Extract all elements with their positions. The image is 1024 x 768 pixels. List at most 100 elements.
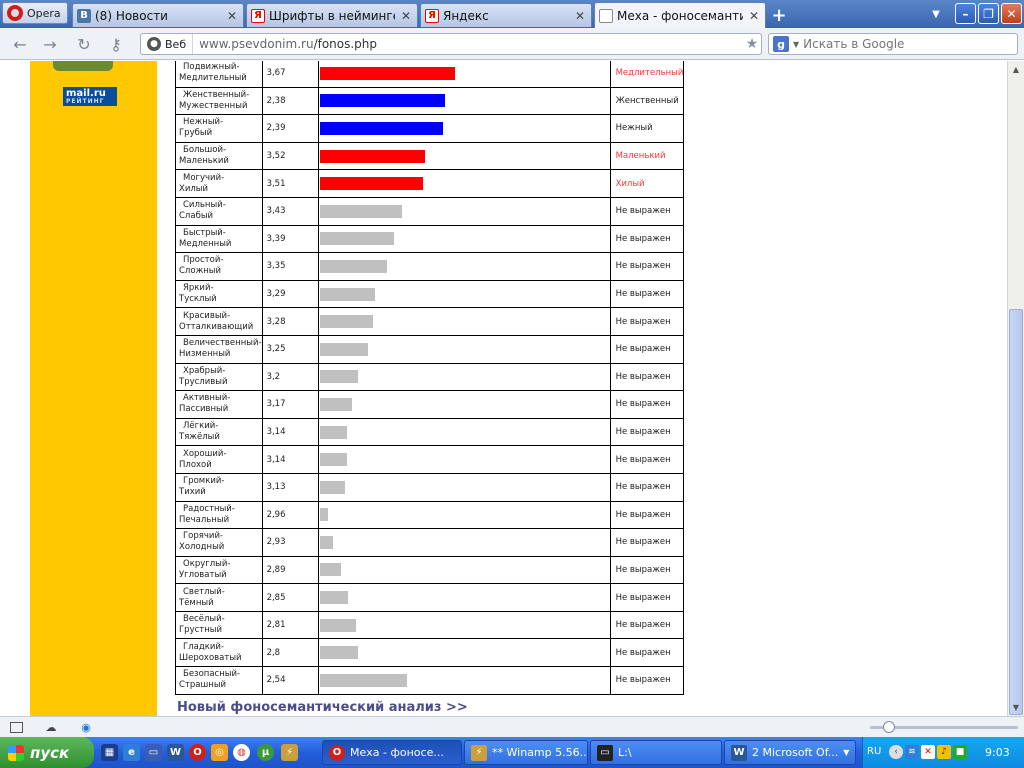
tab-yandex[interactable]: Я Яндекс ✕ [420, 3, 592, 27]
url-field[interactable]: ● Веб www.psevdonim.ru/fonos.php ★ [140, 33, 762, 55]
table-row: Активный- Пассивный 3,17 Не выражен [175, 390, 685, 419]
cloud-icon[interactable]: ☁ [43, 720, 59, 734]
task-label: ** Winamp 5.56... [492, 746, 588, 759]
scale-value: 2,54 [261, 666, 319, 695]
tab-fonts[interactable]: Я Шрифты в нейминге — ... ✕ [246, 3, 418, 27]
task-opera[interactable]: O Меха - фоносе... [322, 740, 462, 765]
media-icon[interactable]: ◎ [211, 744, 228, 761]
close-window-button[interactable]: ✕ [1001, 3, 1022, 24]
bar-cell [317, 583, 611, 612]
bookmark-star-icon[interactable]: ★ [743, 36, 761, 52]
value-bar [319, 397, 352, 411]
scale-name-cell: Радостный- Печальный [175, 500, 263, 530]
bar-cell [317, 169, 611, 198]
scale-name-first: Сильный- [183, 200, 226, 211]
value-bar [319, 204, 402, 218]
opera-icon[interactable]: O [189, 744, 206, 761]
table-row: Подвижный- Медлительный 3,67 Медлительный [175, 61, 685, 88]
network-icon[interactable]: ≋ [905, 745, 919, 759]
scroll-up-icon[interactable]: ▲ [1008, 61, 1024, 77]
mailru-rating-logo[interactable]: mail.ru РЕЙТИНГ [63, 87, 117, 106]
new-analysis-link[interactable]: Новый фоносемантический анализ >> [177, 700, 468, 715]
value-bar [319, 425, 347, 439]
task-winamp[interactable]: ⚡ ** Winamp 5.56... [464, 740, 588, 765]
close-icon[interactable]: ✕ [399, 9, 413, 23]
minimize-button[interactable]: – [955, 3, 976, 24]
key-icon[interactable]: ⚷ [106, 34, 126, 54]
scale-name-cell: Подвижный- Медлительный [175, 61, 263, 88]
page-content: mail.ru РЕЙТИНГ Подвижный- Медлительный 3,… [0, 61, 1007, 716]
url-text[interactable]: www.psevdonim.ru/fonos.php [193, 37, 743, 51]
panel-toggle-icon[interactable] [10, 722, 23, 733]
tray-app-icon[interactable]: ■ [953, 745, 967, 759]
ie-icon[interactable]: e [123, 744, 140, 761]
mailru-logo-subtext: РЕЙТИНГ [66, 98, 105, 105]
close-icon[interactable]: ✕ [573, 9, 587, 23]
antivirus-icon[interactable]: ✕ [921, 745, 935, 759]
speaker-icon[interactable]: ♪ [937, 745, 951, 759]
bar-cell [317, 445, 611, 474]
utorrent-icon[interactable]: µ [257, 744, 274, 761]
maximize-button[interactable]: ❐ [978, 3, 999, 24]
vertical-scrollbar[interactable]: ▲ ▼ [1007, 61, 1024, 716]
scale-name-second: Низменный [179, 349, 231, 360]
tab-news[interactable]: В (8) Новости ✕ [72, 3, 244, 27]
forward-icon[interactable]: → [40, 34, 60, 54]
zoom-slider-knob[interactable] [883, 721, 895, 733]
search-field[interactable]: g ▼ [768, 33, 1018, 55]
tab-fonos[interactable]: Меха - фоносемантичес... ✕ [594, 2, 766, 28]
tray-back-icon[interactable]: ‹ [889, 745, 903, 759]
value-bar [319, 177, 423, 191]
new-tab-button[interactable]: + [768, 5, 790, 26]
web-badge[interactable]: ● Веб [141, 34, 194, 54]
close-icon[interactable]: ✕ [747, 9, 761, 23]
scale-result: Не выражен [609, 472, 685, 502]
scale-name-second: Маленький [179, 156, 229, 167]
show-desktop-icon[interactable]: ▦ [101, 744, 118, 761]
web-badge-label: Веб [165, 37, 187, 51]
monitor-icon[interactable]: ▭ [145, 744, 162, 761]
value-bar [319, 342, 368, 356]
table-row: Простой- Сложный 3,35 Не выражен [175, 252, 685, 281]
back-icon[interactable]: ← [10, 34, 30, 54]
reload-icon[interactable]: ↻ [74, 34, 94, 54]
task-folder[interactable]: ▭ L:\ [590, 740, 722, 765]
scale-result: Не выражен [609, 445, 685, 474]
start-button[interactable]: пуск [0, 737, 94, 768]
bar-cell [317, 528, 611, 557]
task-label: 2 Microsoft Of... [752, 746, 839, 759]
scale-name-second: Медлительный [179, 73, 247, 84]
table-row: Красивый- Отталкивающий 3,28 Не выражен [175, 307, 685, 336]
search-input[interactable] [803, 37, 994, 51]
scale-name-first: Быстрый- [183, 227, 226, 238]
chevron-down-icon[interactable]: ▼ [793, 40, 799, 49]
google-icon[interactable]: g [773, 36, 789, 52]
tab-list-icon[interactable]: ▼ [928, 6, 944, 22]
tab-label: Шрифты в нейминге — ... [269, 8, 395, 23]
scale-name-first: Простой- [183, 255, 224, 266]
scale-name-first: Красивый- [183, 310, 231, 321]
scale-name-second: Трусливый [179, 376, 228, 387]
word-icon[interactable]: W [167, 744, 184, 761]
scale-name-second: Тусклый [179, 294, 217, 305]
start-label: пуск [30, 743, 70, 762]
table-row: Храбрый- Трусливый 3,2 Не выражен [175, 362, 685, 392]
language-indicator[interactable]: RU [867, 746, 881, 757]
scroll-down-icon[interactable]: ▼ [1008, 699, 1024, 715]
opera-menu-button[interactable]: Opera [2, 2, 68, 24]
task-word[interactable]: W 2 Microsoft Of... ▼ [724, 740, 856, 765]
bar-cell [317, 141, 611, 171]
value-bar [319, 259, 387, 273]
globe-icon: ● [147, 37, 161, 51]
scale-result: Медлительный [609, 61, 685, 88]
scale-name-first: Гладкий- [183, 641, 224, 652]
scale-name-first: Громкий- [183, 476, 225, 487]
winamp-icon[interactable]: ⚡ [281, 744, 298, 761]
close-icon[interactable]: ✕ [225, 9, 239, 23]
scale-name-cell: Светлый- Тёмный [175, 583, 263, 612]
scroll-thumb[interactable] [1009, 309, 1023, 715]
turbo-icon[interactable]: ◉ [78, 720, 94, 734]
chrome-icon[interactable]: ◍ [233, 744, 250, 761]
scale-name-second: Сложный [179, 266, 222, 277]
scale-result: Не выражен [609, 610, 685, 640]
